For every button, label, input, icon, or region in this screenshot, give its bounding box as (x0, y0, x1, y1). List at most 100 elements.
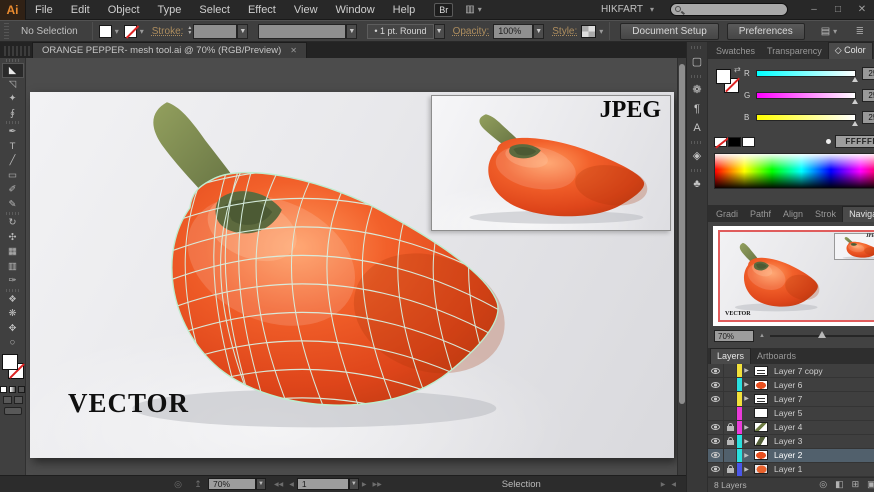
eye-icon[interactable] (711, 438, 720, 444)
gradient-button[interactable] (9, 386, 16, 393)
tab-align[interactable]: Align (777, 207, 809, 222)
expand-cell[interactable]: ▶ (742, 449, 751, 462)
menu-window[interactable]: Window (327, 0, 384, 20)
expand-arrow-icon[interactable]: ▶ (744, 466, 749, 473)
rectangle-tool[interactable]: ▭ (2, 169, 24, 184)
workspace-caret-icon[interactable]: ▾ (650, 5, 654, 14)
panel-fill-swatch[interactable] (716, 69, 731, 84)
direct-selection-tool[interactable]: ◹ (2, 78, 24, 93)
lock-cell[interactable] (724, 392, 737, 405)
none-button[interactable] (18, 386, 25, 393)
layer-name[interactable]: Layer 6 (770, 378, 874, 391)
navigator-zoom-slider[interactable] (770, 335, 874, 337)
clipping-mask-icon[interactable]: ◧ (835, 479, 844, 490)
channel-value-b[interactable]: 255 (862, 111, 874, 124)
visibility-cell[interactable] (708, 392, 724, 405)
hex-value-field[interactable]: FFFFFF (835, 135, 874, 148)
menu-view[interactable]: View (285, 0, 327, 20)
next-artboard-icon[interactable]: ▶ (362, 481, 367, 488)
lock-cell[interactable] (724, 364, 737, 377)
stroke-caret-icon[interactable]: ▾ (140, 27, 144, 36)
lock-icon[interactable] (727, 426, 734, 431)
table-row[interactable]: Layer 5 (708, 407, 874, 421)
eyedropper-tool[interactable]: ✑ (2, 274, 24, 289)
panel-fill-stroke[interactable]: ⇄ (714, 65, 744, 107)
width-tool[interactable]: ✣ (2, 231, 24, 246)
variable-width-dropdown[interactable]: ▼ (346, 24, 357, 39)
pen-tool[interactable]: ✒ (2, 125, 24, 140)
table-row[interactable]: ▶ Layer 6 (708, 378, 874, 392)
lock-cell[interactable] (724, 449, 737, 462)
black-swatch[interactable] (728, 137, 741, 147)
lasso-tool[interactable]: ∮ (2, 107, 24, 122)
vertical-scrollbar-thumb[interactable] (679, 64, 685, 404)
style-caret-icon[interactable]: ▾ (599, 27, 603, 36)
none-swatch[interactable] (714, 137, 727, 147)
search-input[interactable] (670, 3, 788, 16)
expand-arrow-icon[interactable]: ▶ (744, 367, 749, 374)
expand-arrow-icon[interactable]: ▶ (744, 395, 749, 402)
eye-icon[interactable] (711, 452, 720, 458)
panel-grip[interactable] (4, 23, 9, 39)
arrange-documents-icon[interactable]: ▥▾ (465, 4, 481, 15)
tab-layers[interactable]: Layers (710, 348, 751, 364)
pencil-tool[interactable]: ✎ (2, 198, 24, 213)
variable-width-profile-field[interactable] (258, 24, 346, 39)
maximize-button[interactable]: □ (826, 0, 850, 20)
fill-caret-icon[interactable]: ▾ (115, 27, 119, 36)
layer-name[interactable]: Layer 7 (770, 392, 874, 405)
visibility-cell[interactable] (708, 378, 724, 391)
slider-thumb-icon[interactable] (852, 77, 858, 82)
layer-name[interactable]: Layer 7 copy (770, 364, 874, 377)
tab-color[interactable]: ◇ Color (828, 42, 873, 59)
tab-strok[interactable]: Strok (809, 207, 842, 222)
stroke-stepper[interactable]: ▲▼ (187, 26, 192, 36)
canvas-area[interactable]: VECTOR JPEG (26, 58, 686, 475)
channel-slider-b[interactable] (756, 114, 856, 121)
export-icon[interactable]: ↥ (188, 479, 208, 490)
paintbrush-tool[interactable]: ✐ (2, 183, 24, 198)
expand-arrow-icon[interactable]: ▶ (744, 381, 749, 388)
align-options-icon[interactable]: ▤▾ (821, 26, 837, 37)
menu-type[interactable]: Type (149, 0, 191, 20)
draw-behind-mode-button[interactable] (14, 396, 23, 404)
stroke-color-swatch[interactable] (124, 25, 137, 38)
eye-icon[interactable] (711, 424, 720, 430)
navigator-zoom-field[interactable]: 70% (714, 330, 754, 342)
layer-name[interactable]: Layer 2 (770, 449, 874, 462)
document-tab[interactable]: ORANGE PEPPER- mesh tool.ai @ 70% (RGB/P… (32, 42, 307, 58)
opacity-label[interactable]: Opacity: (453, 26, 490, 37)
paragraph-panel-icon[interactable]: ¶ (687, 100, 707, 119)
navigator-view[interactable]: JPEG VECTOR (713, 226, 874, 326)
type-tool[interactable]: T (2, 140, 24, 155)
visibility-cell[interactable] (708, 449, 724, 462)
rotate-tool[interactable]: ↻ (2, 216, 24, 231)
expand-arrow-icon[interactable]: ▶ (744, 452, 749, 459)
opacity-field[interactable]: 100% (493, 24, 533, 39)
visibility-cell[interactable] (708, 421, 724, 434)
zoom-slider-thumb[interactable] (818, 331, 826, 338)
collapse-panels-icon[interactable]: ≣ (856, 26, 864, 37)
visibility-cell[interactable] (708, 463, 724, 476)
visibility-cell[interactable] (708, 407, 724, 420)
artboard[interactable]: VECTOR JPEG (30, 92, 674, 458)
lock-cell[interactable] (724, 435, 737, 448)
menu-help[interactable]: Help (384, 0, 425, 20)
channel-value-g[interactable]: 255 (862, 89, 874, 102)
blend-tool[interactable]: ❖ (2, 293, 24, 308)
expand-cell[interactable]: ▶ (742, 378, 751, 391)
menu-effect[interactable]: Effect (239, 0, 285, 20)
mesh-tool[interactable]: ▦ (2, 245, 24, 260)
navigator-proxy-frame[interactable]: JPEG VECTOR (718, 230, 874, 322)
menu-select[interactable]: Select (190, 0, 239, 20)
expand-cell[interactable] (742, 407, 751, 420)
channel-slider-g[interactable] (756, 92, 856, 99)
channel-slider-r[interactable] (756, 70, 856, 77)
swap-fill-stroke-icon[interactable]: ⇄ (734, 65, 741, 74)
stroke-weight-label[interactable]: Stroke: (152, 26, 184, 37)
lock-cell[interactable] (724, 463, 737, 476)
expand-arrow-icon[interactable]: ▶ (744, 438, 749, 445)
first-artboard-icon[interactable]: ◀◀ (274, 481, 283, 488)
table-row[interactable]: ▶Layer 3 (708, 435, 874, 449)
screen-mode-button[interactable] (4, 407, 22, 415)
